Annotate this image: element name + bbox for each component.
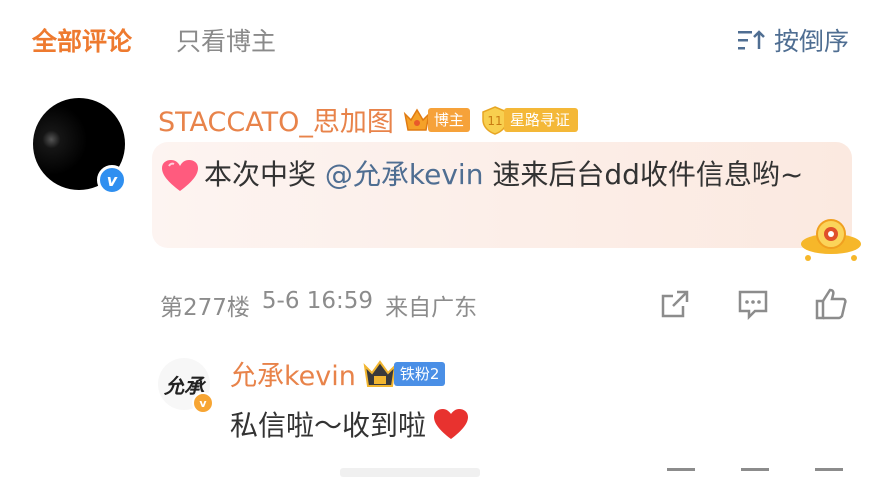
like-icon — [815, 468, 843, 480]
star-road-badge: 11 星路寻证 — [480, 105, 578, 135]
like-icon[interactable] — [813, 286, 849, 322]
author-name[interactable]: STACCATO_思加图 — [158, 100, 394, 139]
star-badge-label: 星路寻证 — [503, 107, 578, 132]
comment-text-prefix: 本次中奖 — [204, 158, 325, 191]
sort-button[interactable]: 按倒序 — [737, 20, 849, 60]
timestamp: 5-6 16:59 — [261, 288, 374, 314]
reply-text: 私信啦～收到啦 — [230, 409, 427, 442]
share-icon[interactable] — [657, 286, 693, 322]
tab-blogger-only[interactable]: 只看博主 — [176, 22, 276, 58]
reply-author-row: 允承kevin 铁粉2 — [230, 354, 446, 393]
star-level: 11 — [487, 114, 502, 128]
floor-number: 第277楼 — [160, 295, 250, 321]
comment-tabs: 全部评论 只看博主 — [32, 20, 320, 60]
comment-text-suffix: 速来后台dd收件信息哟~ — [483, 158, 804, 191]
sort-desc-icon — [737, 30, 765, 50]
reply-text-row: 私信啦～收到啦 — [230, 404, 470, 444]
red-heart-icon — [434, 409, 469, 439]
ufo-decoration-icon — [801, 219, 861, 261]
next-comment-meta-partial — [340, 468, 480, 477]
blogger-badge: 博主 — [427, 107, 470, 132]
comment-icon — [741, 468, 769, 480]
share-icon — [667, 468, 695, 480]
fan-crown-icon — [363, 359, 397, 387]
sort-label: 按倒序 — [773, 27, 849, 56]
comment-icon[interactable] — [735, 286, 771, 322]
comment-author-row: STACCATO_思加图 博主 11 星路寻证 — [158, 100, 578, 139]
location: 来自广东 — [385, 295, 478, 321]
tab-all-comments[interactable]: 全部评论 — [32, 22, 132, 58]
verified-icon: v — [97, 165, 127, 195]
comment-actions — [657, 286, 849, 322]
fan-badge: 铁粉2 — [393, 361, 446, 386]
comment-text: 本次中奖 @允承kevin 速来后台dd收件信息哟~ — [160, 150, 840, 200]
next-comment-actions-partial — [667, 468, 843, 480]
mention-link[interactable]: @允承kevin — [325, 158, 484, 191]
heart-emoji-icon — [162, 160, 198, 191]
reply-verified-icon: v — [192, 392, 214, 414]
reply-author-name[interactable]: 允承kevin — [230, 354, 356, 393]
comment-meta: 第277楼 5-6 16:59 来自广东 — [160, 288, 477, 322]
